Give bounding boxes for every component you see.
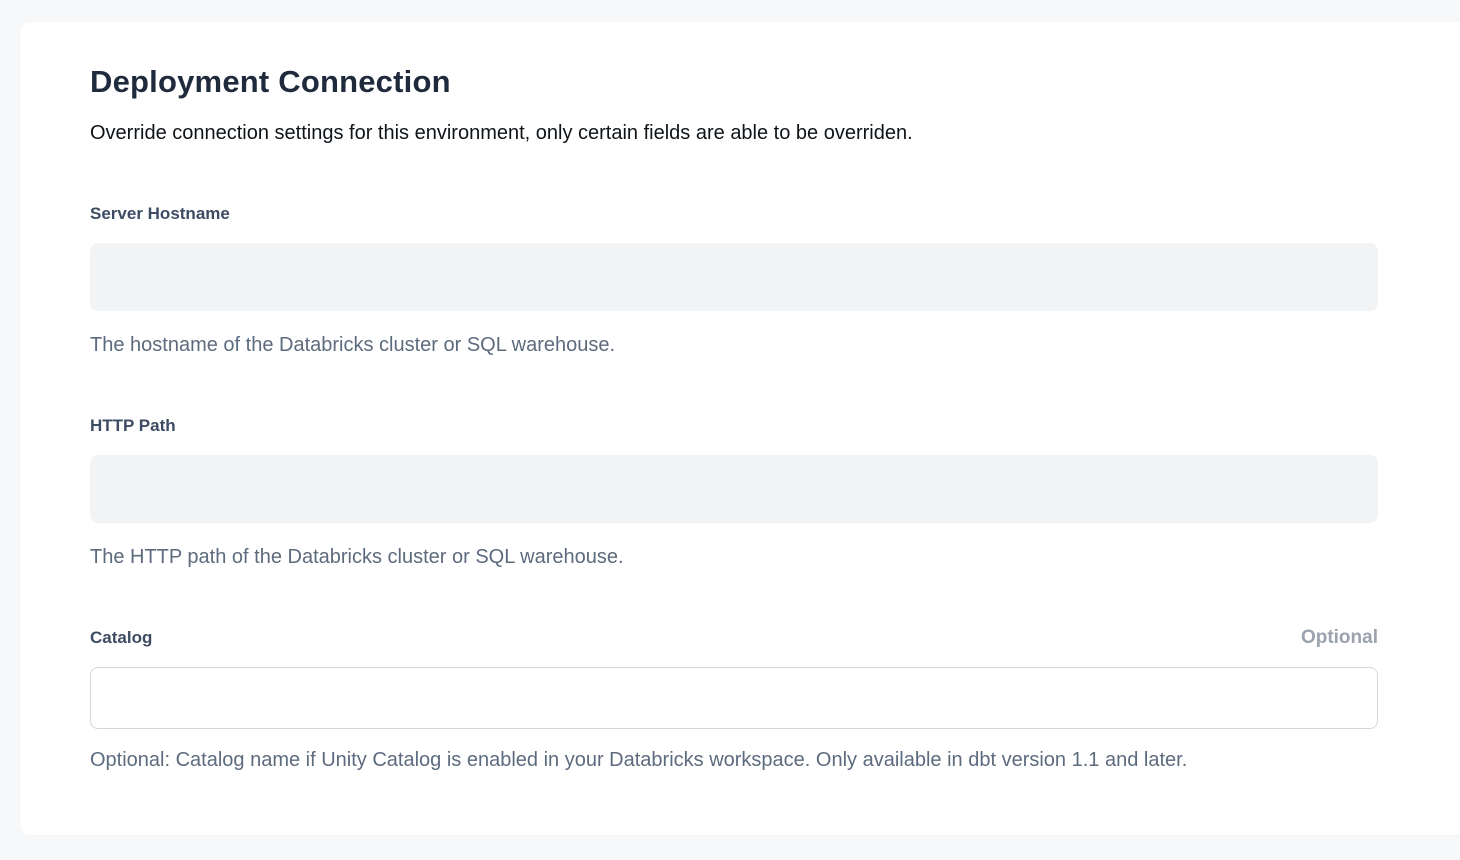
field-group-http-path: HTTP Path The HTTP path of the Databrick… xyxy=(90,415,1378,570)
http-path-label-row: HTTP Path xyxy=(90,415,1378,437)
server-hostname-help: The hostname of the Databricks cluster o… xyxy=(90,333,1378,358)
catalog-help: Optional: Catalog name if Unity Catalog … xyxy=(90,748,1378,773)
server-hostname-label-row: Server Hostname xyxy=(90,203,1378,225)
page-subtitle: Override connection settings for this en… xyxy=(90,121,1378,146)
catalog-input[interactable] xyxy=(90,667,1378,729)
server-hostname-input xyxy=(90,243,1378,311)
field-group-server-hostname: Server Hostname The hostname of the Data… xyxy=(90,203,1378,358)
deployment-connection-card: Deployment Connection Override connectio… xyxy=(20,22,1460,835)
field-group-catalog: Catalog Optional Optional: Catalog name … xyxy=(90,627,1378,773)
card-content: Deployment Connection Override connectio… xyxy=(20,22,1378,773)
http-path-help: The HTTP path of the Databricks cluster … xyxy=(90,545,1378,570)
catalog-optional-tag: Optional xyxy=(1301,627,1378,649)
http-path-input xyxy=(90,455,1378,523)
http-path-label: HTTP Path xyxy=(90,415,176,437)
page-title: Deployment Connection xyxy=(90,64,1378,100)
server-hostname-label: Server Hostname xyxy=(90,203,230,225)
catalog-label: Catalog xyxy=(90,627,152,649)
catalog-label-row: Catalog Optional xyxy=(90,627,1378,649)
